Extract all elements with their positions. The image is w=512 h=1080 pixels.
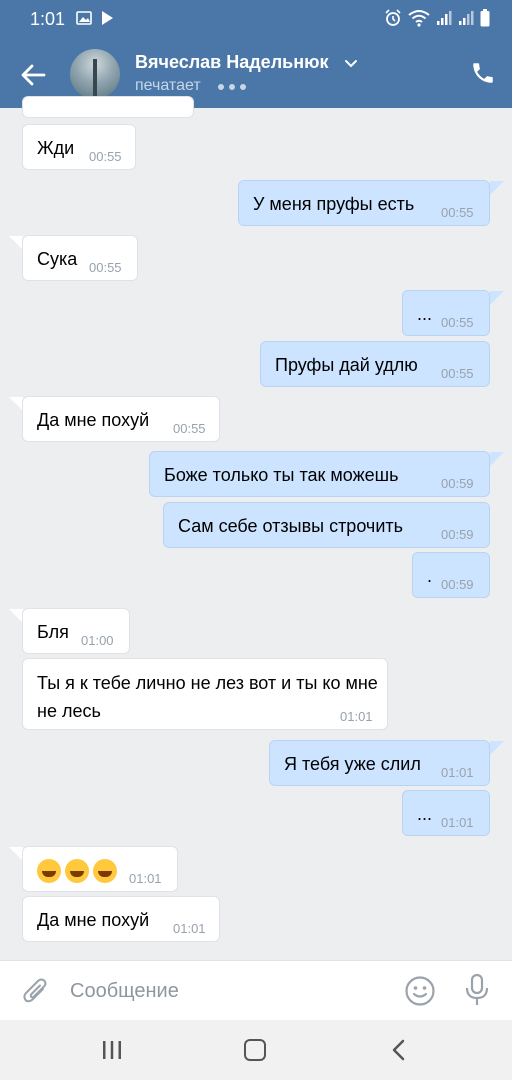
message-text: Да мне похуй xyxy=(37,410,150,430)
message-time: 00:59 xyxy=(441,527,474,542)
typing-indicator xyxy=(218,84,246,90)
message-text: Боже только ты так можешь xyxy=(164,465,399,485)
message-bubble-incoming[interactable]: Ты я к тебе лично не лез вот и ты ко мне… xyxy=(22,658,388,730)
message-text: Я тебя уже слил xyxy=(284,754,421,774)
battery-icon xyxy=(480,9,490,27)
play-notification-icon xyxy=(102,11,113,25)
message-bubble-incoming[interactable]: Да мне похуй 00:55 xyxy=(22,396,220,442)
message-text: ... xyxy=(417,804,433,824)
bubble-tail xyxy=(490,291,504,305)
bubble-tail xyxy=(490,741,504,755)
bubble-tail xyxy=(490,181,504,195)
message-time: 00:55 xyxy=(441,366,474,381)
message-text: Сука xyxy=(37,249,78,269)
message-time: 01:01 xyxy=(129,871,162,886)
laughing-emoji-icon xyxy=(93,859,117,884)
message-time: 00:55 xyxy=(89,260,122,275)
message-text: Бля xyxy=(37,622,69,642)
microphone-icon[interactable] xyxy=(464,973,490,1007)
message-emoji-row xyxy=(37,858,121,884)
avatar[interactable] xyxy=(70,49,120,99)
message-bubble-outgoing[interactable]: Сам себе отзывы строчить 00:59 xyxy=(163,502,490,548)
message-text: Сам себе отзывы строчить xyxy=(178,516,403,536)
message-time: 01:01 xyxy=(340,709,373,724)
bubble-tail xyxy=(490,452,504,466)
message-text: . xyxy=(427,566,433,586)
message-bubble-incoming[interactable]: Бля 01:00 xyxy=(22,608,130,654)
message-input[interactable] xyxy=(70,973,390,1009)
message-time: 00:55 xyxy=(441,315,474,330)
message-text: У меня пруфы есть xyxy=(253,194,415,214)
message-time: 00:55 xyxy=(441,205,474,220)
message-bubble-outgoing[interactable]: . 00:59 xyxy=(412,552,490,598)
contact-name[interactable]: Вячеслав Надельнюк xyxy=(135,52,328,73)
home-icon[interactable] xyxy=(244,1039,266,1061)
bubble-tail xyxy=(9,609,23,623)
message-time: 00:55 xyxy=(173,421,206,436)
back-arrow-icon[interactable] xyxy=(18,60,48,90)
recent-apps-icon[interactable] xyxy=(100,1040,124,1060)
message-bubble-outgoing[interactable]: ... 00:55 xyxy=(402,290,490,336)
laughing-emoji-icon xyxy=(65,859,89,884)
paperclip-icon[interactable] xyxy=(22,977,50,1007)
message-text: Да мне похуй xyxy=(37,910,150,930)
message-time: 01:01 xyxy=(441,815,474,830)
status-bar: 1:01 xyxy=(0,0,512,38)
emoji-icon[interactable] xyxy=(404,975,436,1007)
phone-icon[interactable] xyxy=(470,60,496,86)
bubble-tail xyxy=(9,397,23,411)
signal-icon-1 xyxy=(437,11,452,25)
back-icon[interactable] xyxy=(388,1038,410,1062)
message-composer xyxy=(0,960,512,1020)
message-text: ... xyxy=(417,304,433,324)
message-bubble-outgoing[interactable]: Я тебя уже слил 01:01 xyxy=(269,740,490,786)
laughing-emoji-icon xyxy=(37,859,61,884)
message-bubble-outgoing[interactable]: Пруфы дай удлю 00:55 xyxy=(260,341,490,387)
status-time: 1:01 xyxy=(30,9,66,29)
message-bubble-partial xyxy=(22,96,194,118)
message-time: 00:59 xyxy=(441,476,474,491)
chevron-down-icon[interactable] xyxy=(343,56,359,72)
message-time: 01:01 xyxy=(441,765,474,780)
bubble-tail xyxy=(9,236,23,250)
gallery-notification-icon xyxy=(76,11,92,25)
wifi-icon xyxy=(408,10,430,27)
message-text: Жди xyxy=(37,138,75,158)
message-bubble-incoming[interactable]: Да мне похуй 01:01 xyxy=(22,896,220,942)
signal-icon-2 xyxy=(459,11,474,25)
message-bubble-incoming[interactable]: Сука 00:55 xyxy=(22,235,138,281)
message-time: 01:01 xyxy=(173,921,206,936)
message-bubble-outgoing[interactable]: ... 01:01 xyxy=(402,790,490,836)
message-bubble-incoming[interactable]: Жди 00:55 xyxy=(22,124,136,170)
alarm-icon xyxy=(385,9,401,26)
system-nav-bar xyxy=(0,1020,512,1080)
message-time: 00:55 xyxy=(89,149,122,164)
message-time: 01:00 xyxy=(81,633,114,648)
message-bubble-outgoing[interactable]: Боже только ты так можешь 00:59 xyxy=(149,451,490,497)
message-bubble-outgoing[interactable]: У меня пруфы есть 00:55 xyxy=(238,180,490,226)
message-text: Ты я к тебе лично не лез вот и ты ко мне… xyxy=(37,673,378,721)
message-time: 00:59 xyxy=(441,577,474,592)
typing-status: печатает xyxy=(135,77,201,94)
message-text: Пруфы дай удлю xyxy=(275,355,418,375)
message-bubble-incoming[interactable]: 01:01 xyxy=(22,846,178,892)
bubble-tail xyxy=(9,847,23,861)
